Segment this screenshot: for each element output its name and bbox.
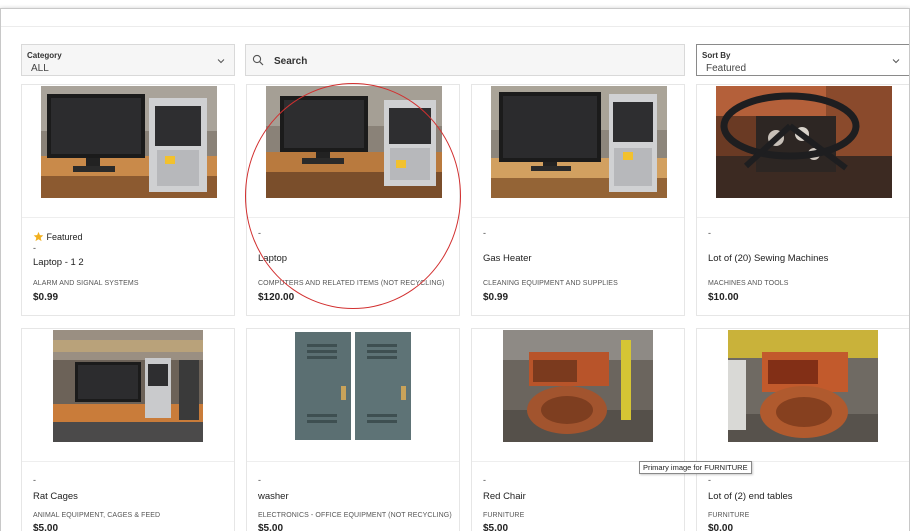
item-title[interactable]: Red Chair	[483, 491, 526, 502]
item-title[interactable]: Lot of (2) end tables	[708, 491, 793, 502]
product-image[interactable]	[728, 330, 878, 442]
chevron-down-icon	[217, 59, 225, 64]
item-dash: -	[258, 228, 261, 238]
item-category: CLEANING EQUIPMENT AND SUPPLIES	[483, 280, 618, 287]
product-image[interactable]	[491, 86, 667, 198]
machine-steering-wheel-image	[716, 86, 892, 198]
item-category: ALARM AND SIGNAL SYSTEMS	[33, 280, 139, 287]
item-dash: -	[483, 228, 486, 238]
category-filter[interactable]: Category ALL	[21, 44, 235, 76]
top-bar	[1, 9, 909, 27]
item-price: $5.00	[483, 523, 509, 531]
card-divider	[697, 217, 909, 218]
star-icon	[33, 231, 44, 242]
product-card[interactable]: - Rat Cages ANIMAL EQUIPMENT, CAGES & FE…	[21, 328, 235, 531]
item-price: $0.99	[33, 292, 59, 303]
product-card[interactable]: - Red Chair FURNITURE $5.00	[471, 328, 685, 531]
product-card[interactable]: - Lot of (20) Sewing Machines MACHINES A…	[696, 84, 909, 316]
product-image[interactable]	[41, 86, 217, 198]
search-input[interactable]: Search	[245, 44, 685, 76]
product-card[interactable]: - washer ELECTRONICS - OFFICE EQUIPMENT …	[246, 328, 460, 531]
item-title[interactable]: Lot of (20) Sewing Machines	[708, 253, 828, 264]
sort-value: Featured	[706, 63, 747, 74]
item-title[interactable]: Laptop	[258, 253, 287, 264]
item-price: $0.00	[708, 523, 734, 531]
item-price: $5.00	[33, 523, 59, 531]
product-card[interactable]: - Gas Heater CLEANING EQUIPMENT AND SUPP…	[471, 84, 685, 316]
card-divider	[22, 217, 234, 218]
product-card[interactable]: Featured - Laptop - 1 2 ALARM AND SIGNAL…	[21, 84, 235, 316]
item-dash: -	[33, 243, 36, 253]
category-label: Category	[27, 51, 62, 60]
item-category: FURNITURE	[483, 512, 525, 519]
search-placeholder: Search	[274, 56, 308, 67]
item-title[interactable]: washer	[258, 491, 289, 502]
product-image[interactable]	[716, 86, 892, 198]
item-price: $10.00	[708, 292, 739, 303]
item-dash: -	[33, 475, 36, 485]
item-dash: -	[483, 475, 486, 485]
item-category: COMPUTERS AND RELATED ITEMS (NOT RECYCLI…	[258, 280, 445, 287]
item-dash: -	[708, 228, 711, 238]
card-divider	[22, 461, 234, 462]
computer-on-desk-image	[53, 330, 203, 442]
product-image[interactable]	[266, 86, 442, 198]
image-tooltip: Primary image for FURNITURE	[639, 461, 752, 474]
rusty-compactor-image	[728, 330, 878, 442]
featured-label: Featured	[46, 232, 83, 242]
chevron-down-icon	[892, 59, 900, 64]
sort-select[interactable]: Sort By Featured	[696, 44, 909, 76]
computer-monitor-tower-image	[491, 86, 667, 198]
item-price: $0.99	[483, 292, 509, 303]
item-category: ANIMAL EQUIPMENT, CAGES & FEED	[33, 512, 161, 519]
category-value: ALL	[31, 63, 49, 74]
item-dash: -	[708, 475, 711, 485]
metal-lockers-image	[291, 330, 415, 442]
computer-monitor-tower-image	[266, 86, 442, 198]
product-image[interactable]	[291, 330, 415, 442]
card-divider	[247, 217, 459, 218]
item-title[interactable]: Rat Cages	[33, 491, 78, 502]
item-category: ELECTRONICS - OFFICE EQUIPMENT (NOT RECY…	[258, 512, 452, 519]
computer-monitor-tower-image	[41, 86, 217, 198]
product-card[interactable]: - Lot of (2) end tables FURNITURE $0.00	[696, 328, 909, 531]
product-image[interactable]	[503, 330, 653, 442]
card-divider	[247, 461, 459, 462]
item-category: MACHINES AND TOOLS	[708, 280, 789, 287]
sort-label: Sort By	[702, 51, 731, 60]
item-price: $120.00	[258, 292, 295, 303]
rusty-compactor-image	[503, 330, 653, 442]
item-price: $5.00	[258, 523, 284, 531]
item-title[interactable]: Gas Heater	[483, 253, 532, 264]
item-dash: -	[258, 475, 261, 485]
item-title[interactable]: Laptop - 1 2	[33, 257, 84, 268]
product-image[interactable]	[53, 330, 203, 442]
product-card[interactable]: - Laptop COMPUTERS AND RELATED ITEMS (NO…	[246, 84, 460, 316]
card-divider	[472, 217, 684, 218]
browser-window: Category ALL Search Sort By Featured Fea…	[0, 8, 910, 531]
search-icon	[252, 54, 264, 66]
item-category: FURNITURE	[708, 512, 750, 519]
featured-badge: Featured	[33, 231, 83, 242]
